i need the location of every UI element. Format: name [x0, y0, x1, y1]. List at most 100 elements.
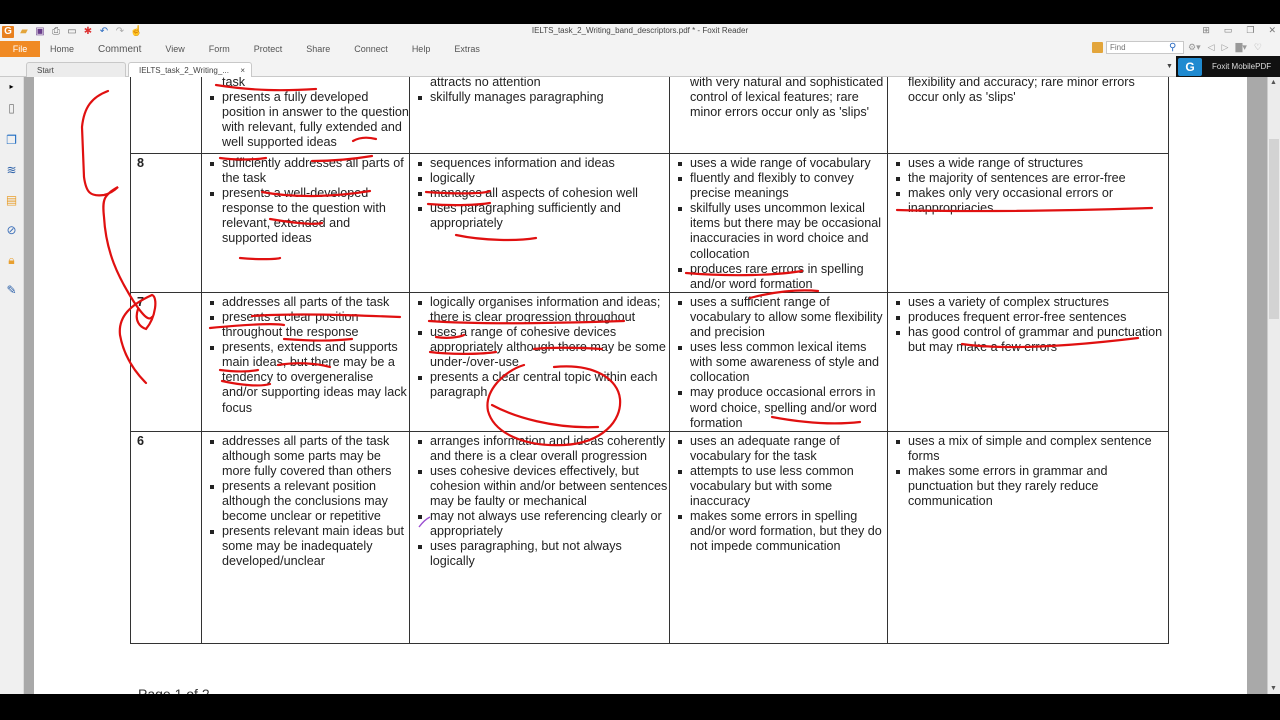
descriptor-item: presents relevant main ideas but some ma… — [202, 524, 409, 569]
coherence-cohesion-cell: arranges information and ideas coherentl… — [409, 430, 670, 644]
mobilepdf-label: Foxit MobilePDF — [1212, 62, 1272, 71]
maximize-icon[interactable]: ❐ — [1246, 25, 1254, 36]
band-score: 7 — [130, 291, 202, 432]
descriptor-item: uses cohesion in such a way that it attr… — [430, 77, 541, 90]
descriptor-item: arranges information and ideas coherentl… — [410, 434, 669, 464]
nav-tools: ⚙▾ ◁ ▷ ▇▾ ♡ — [1188, 42, 1262, 53]
find-box: ⚲ — [1092, 41, 1184, 54]
menu-view[interactable]: View — [165, 44, 184, 54]
favorite-icon[interactable]: ♡ — [1254, 42, 1262, 53]
coherence-cohesion-cell: sequences information and ideas logically… — [409, 153, 670, 293]
descriptor-item: may not always use referencing clearly o… — [410, 509, 669, 539]
menu-home[interactable]: Home — [50, 44, 74, 54]
tab-start[interactable]: Start — [26, 62, 126, 77]
menu-help[interactable]: Help — [412, 44, 431, 54]
find-folder-icon[interactable] — [1092, 42, 1103, 53]
vertical-scrollbar[interactable]: ▲ ▼ — [1267, 77, 1280, 694]
descriptor-item: fluently and flexibly to convey precise … — [670, 171, 887, 201]
task-response-cell: addresses all parts of the task presents … — [201, 291, 410, 432]
pages-icon[interactable]: ❐ — [4, 133, 19, 148]
tab-close-icon[interactable]: × — [240, 66, 245, 75]
descriptor-list: uses cohesion in such a way that it attr… — [410, 77, 669, 105]
band-row-8: 8 sufficiently addresses all parts of the… — [130, 153, 1169, 293]
descriptor-list: uses a variety of complex structures prod… — [888, 295, 1168, 355]
descriptor-item: uses a sufficient range of vocabulary to… — [670, 295, 887, 340]
band-score: 6 — [130, 430, 202, 644]
descriptor-list: addresses all parts of the task although… — [202, 434, 409, 570]
previous-icon[interactable]: ◁ — [1208, 42, 1215, 53]
tab-document-label: IELTS_task_2_Writing_... — [139, 66, 229, 75]
descriptor-list: uses a wide range of structures with ful… — [888, 77, 1168, 105]
title-bar: G ▰ ▣ ⎙ ▭ ✱ ↶ ↷ ☝ IELTS_task_2_Writing_b… — [0, 24, 1280, 40]
descriptor-item: presents a clear central topic within ea… — [410, 370, 669, 400]
search-icon[interactable]: ⚲ — [1169, 42, 1176, 53]
descriptor-item: produces rare errors in spelling and/or … — [670, 262, 887, 292]
attachment-icon[interactable]: ⊘ — [4, 223, 19, 238]
descriptor-list: uses a wide range of structures the major… — [888, 156, 1168, 216]
menu-share[interactable]: Share — [306, 44, 330, 54]
descriptor-item: attempts to use less common vocabulary b… — [670, 464, 887, 509]
ribbon-menu: File Home Comment View Form Protect Shar… — [0, 40, 1280, 58]
menu-file[interactable]: File — [0, 41, 40, 57]
descriptor-item: uses a variety of complex structures — [888, 295, 1168, 310]
tab-document[interactable]: IELTS_task_2_Writing_... × — [128, 62, 252, 77]
descriptor-item: skilfully uses uncommon lexical items bu… — [670, 201, 887, 261]
descriptor-item: uses a wide range of structures — [888, 156, 1168, 171]
security-lock-icon[interactable]: 🔒︎ — [4, 253, 19, 268]
task-response-cell: fully addresses all parts of the taskpre… — [201, 77, 410, 154]
settings-gear-icon[interactable]: ⚙▾ — [1188, 42, 1201, 53]
descriptor-item: uses less common lexical items with some… — [670, 340, 887, 385]
foxit-mobilepdf-banner[interactable]: G Foxit MobilePDF — [1176, 56, 1280, 77]
lexical-resource-cell: uses a sufficient range of vocabulary to… — [669, 291, 888, 432]
band-row-7: 7 addresses all parts of the task presents… — [130, 291, 1169, 432]
user-icon[interactable]: ▇▾ — [1235, 42, 1246, 53]
close-icon[interactable]: ✕ — [1268, 25, 1276, 36]
descriptor-item: presents a relevant position although th… — [202, 479, 409, 524]
page-gutter-left — [24, 77, 34, 694]
grammatical-range-cell: uses a wide range of structures with ful… — [887, 77, 1169, 154]
lexical-resource-cell: uses an adequate range of vocabulary for… — [669, 430, 888, 644]
descriptor-item: has good control of grammar and punctuat… — [888, 325, 1168, 355]
descriptor-item: sufficiently addresses all parts of the … — [202, 156, 409, 186]
descriptor-item: makes only very occasional errors or ina… — [888, 186, 1168, 216]
menu-bar: File Home Comment View Form Protect Shar… — [0, 40, 504, 58]
descriptor-list: uses a wide range of vocabulary fluently … — [670, 156, 887, 292]
menu-extras[interactable]: Extras — [454, 44, 480, 54]
menu-form[interactable]: Form — [209, 44, 230, 54]
scroll-down-icon[interactable]: ▼ — [1270, 685, 1277, 692]
tab-list-dropdown-icon[interactable]: ▼ — [1166, 63, 1173, 70]
descriptor-item: uses paragraphing sufficiently and appro… — [410, 201, 669, 231]
band-score: 8 — [130, 153, 202, 293]
descriptor-item: makes some errors in grammar and punctua… — [888, 464, 1168, 509]
scroll-up-icon[interactable]: ▲ — [1270, 79, 1277, 86]
descriptor-item: uses a wide range of vocabulary — [670, 156, 887, 171]
mobilepdf-logo-icon: G — [1178, 57, 1202, 76]
expand-panel-icon[interactable]: ▸ — [4, 79, 19, 94]
comments-icon[interactable]: ▤ — [4, 193, 19, 208]
next-icon[interactable]: ▷ — [1222, 42, 1229, 53]
window-title: IELTS_task_2_Writing_band_descriptors.pd… — [531, 26, 749, 35]
scrollbar-thumb[interactable] — [1269, 139, 1279, 319]
lexical-resource-cell: uses a wide range of vocabulary fluently … — [669, 153, 888, 293]
descriptor-item: produces frequent error-free sentences — [888, 310, 1168, 325]
descriptor-item: uses a wide range of vocabulary with ver… — [690, 77, 884, 120]
layers-icon[interactable]: ≋ — [4, 163, 19, 178]
screen-bottom-border — [0, 694, 1280, 720]
grammatical-range-cell: uses a variety of complex structures prod… — [887, 291, 1169, 432]
descriptor-list: uses a wide range of vocabulary with ver… — [670, 77, 887, 120]
restore-ribbon-icon[interactable]: ⊞ — [1202, 25, 1210, 36]
menu-connect[interactable]: Connect — [354, 44, 388, 54]
menu-protect[interactable]: Protect — [254, 44, 283, 54]
descriptor-item: uses a range of cohesive devices appropr… — [410, 325, 669, 370]
minimize-icon[interactable]: ▭ — [1224, 25, 1233, 36]
menu-comment[interactable]: Comment — [98, 44, 141, 55]
descriptor-list: fully addresses all parts of the taskpre… — [202, 77, 409, 151]
screen-top-border — [0, 0, 1280, 24]
coherence-cohesion-cell: logically organises information and idea… — [409, 291, 670, 432]
descriptor-item: manages all aspects of cohesion well — [410, 186, 669, 201]
signature-icon[interactable]: ✎ — [4, 283, 19, 298]
descriptor-item: sequences information and ideas — [410, 156, 669, 171]
lexical-resource-cell: uses a wide range of vocabulary with ver… — [669, 77, 888, 154]
bookmark-icon[interactable]: ▯ — [4, 101, 19, 116]
descriptor-list: uses a mix of simple and complex sentenc… — [888, 434, 1168, 509]
